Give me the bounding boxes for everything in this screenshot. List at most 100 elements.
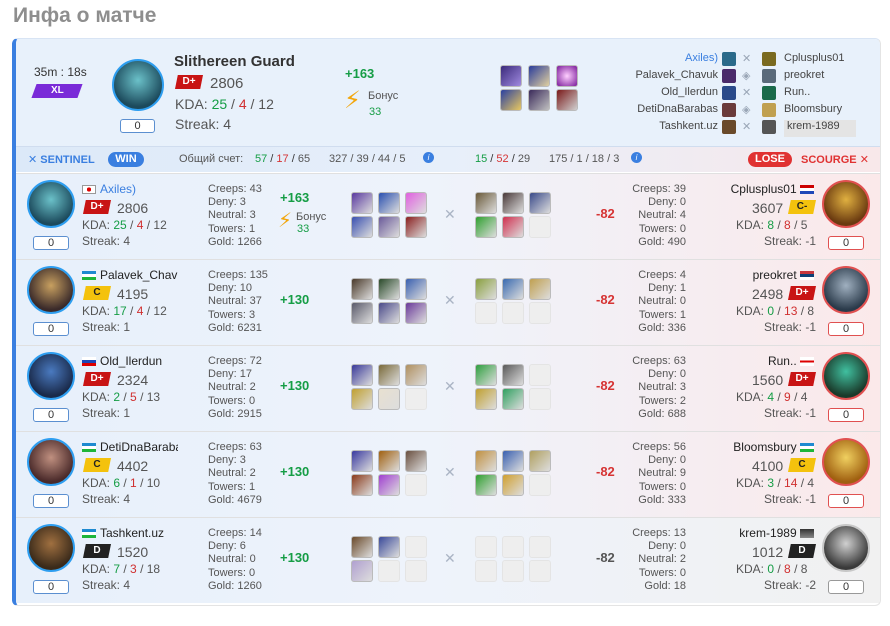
player-name[interactable]: krem-1989	[706, 526, 818, 540]
item-icon[interactable]	[351, 560, 373, 582]
hero-level: 0	[828, 494, 864, 508]
player-name[interactable]: Cplusplus01	[706, 182, 818, 196]
hero-avatar[interactable]	[112, 59, 164, 111]
item-icon[interactable]	[502, 450, 524, 472]
hero-avatar[interactable]	[27, 352, 75, 400]
crossed-swords-icon: ✕	[444, 292, 456, 308]
roster-player[interactable]: preokret	[784, 69, 876, 86]
item-icon[interactable]	[475, 364, 497, 386]
roster-player[interactable]: Tashkent.uz	[616, 120, 718, 137]
hero-avatar[interactable]	[27, 524, 75, 572]
item-icon[interactable]	[528, 89, 550, 111]
item-icon[interactable]	[556, 65, 578, 87]
item-icon[interactable]	[351, 474, 373, 496]
player-row: 0 Palavek_Chavuk C 4195 KDA: 17 / 4 / 12…	[16, 259, 880, 345]
info-icon[interactable]: i	[423, 152, 434, 163]
item-icon[interactable]	[475, 216, 497, 238]
item-slot-empty	[378, 560, 400, 582]
item-icon[interactable]	[378, 302, 400, 324]
roster-player[interactable]: Bloomsbury	[784, 103, 876, 120]
player-rating: 1520	[117, 544, 149, 560]
info-icon[interactable]: i	[631, 152, 642, 163]
player-row: 0 Axiles) D+ 2806 KDA: 25 / 4 / 12 Strea…	[16, 173, 880, 259]
item-icon[interactable]	[351, 536, 373, 558]
rank-badge: D+	[175, 75, 203, 89]
item-icon[interactable]	[405, 192, 427, 214]
player-name[interactable]: Old_Ilerdun	[82, 354, 178, 368]
roster-player[interactable]: Palavek_Chavuk	[616, 69, 718, 86]
player-stats: Creeps: 39 Deny: 0 Neutral: 4 Towers: 0 Gold…	[632, 183, 686, 248]
item-icon[interactable]	[378, 450, 400, 472]
player-name[interactable]: Palavek_Chavuk	[82, 268, 178, 282]
item-icon[interactable]	[351, 388, 373, 410]
roster-player[interactable]: krem-1989	[784, 120, 856, 137]
player-name[interactable]: preokret	[706, 268, 818, 282]
item-icon[interactable]	[378, 388, 400, 410]
item-icon[interactable]	[556, 89, 578, 111]
player-name[interactable]: Run..	[706, 354, 818, 368]
roster-player[interactable]: Old_Ilerdun	[616, 86, 718, 103]
player-name[interactable]: Slithereen Guard	[174, 53, 295, 70]
roster-player[interactable]: DetiDnaBarabas	[616, 103, 718, 120]
item-icon[interactable]	[529, 192, 551, 214]
item-icon[interactable]	[378, 216, 400, 238]
item-icon[interactable]	[475, 388, 497, 410]
item-icon[interactable]	[475, 474, 497, 496]
item-icon[interactable]	[528, 65, 550, 87]
item-icon[interactable]	[502, 388, 524, 410]
item-icon[interactable]	[475, 192, 497, 214]
player-name[interactable]: Axiles)	[82, 182, 178, 196]
item-icon[interactable]	[405, 302, 427, 324]
roster-player[interactable]: Cplusplus01	[784, 52, 876, 69]
player-name[interactable]: DetiDnaBarabas	[82, 440, 178, 454]
item-icon[interactable]	[529, 450, 551, 472]
hero-avatar[interactable]	[822, 524, 870, 572]
item-icon[interactable]	[351, 364, 373, 386]
item-icon[interactable]	[502, 192, 524, 214]
hero-avatar[interactable]	[822, 438, 870, 486]
item-icon[interactable]	[351, 278, 373, 300]
player-name[interactable]: Tashkent.uz	[82, 526, 178, 540]
item-icon[interactable]	[378, 364, 400, 386]
inventory	[475, 278, 554, 324]
player-rating: 1560	[752, 372, 784, 388]
item-icon[interactable]	[475, 450, 497, 472]
roster-player[interactable]: Run..	[784, 86, 876, 103]
player-streak: Streak: 4	[175, 116, 232, 132]
hero-avatar[interactable]	[822, 266, 870, 314]
lightning-icon: ⚡	[344, 87, 361, 114]
player-name[interactable]: Bloomsbury	[706, 440, 818, 454]
item-icon[interactable]	[405, 364, 427, 386]
item-icon[interactable]	[502, 278, 524, 300]
player-rating: 2498	[752, 286, 784, 302]
hero-avatar[interactable]	[27, 266, 75, 314]
player-rating: 1012	[752, 544, 784, 560]
item-icon[interactable]	[351, 192, 373, 214]
item-icon[interactable]	[378, 192, 400, 214]
item-icon[interactable]	[500, 65, 522, 87]
roster-player[interactable]: Axiles)	[616, 52, 718, 69]
item-icon[interactable]	[405, 216, 427, 238]
hero-avatar[interactable]	[822, 180, 870, 228]
item-icon[interactable]	[378, 474, 400, 496]
item-icon[interactable]	[351, 302, 373, 324]
item-icon[interactable]	[502, 364, 524, 386]
player-kda: KDA: 6 / 1 / 10	[82, 476, 161, 490]
item-icon[interactable]	[405, 450, 427, 472]
item-icon[interactable]	[351, 450, 373, 472]
inventory	[351, 192, 430, 238]
player-kda: KDA: 0 / 8 / 8	[736, 562, 808, 576]
item-icon[interactable]	[351, 216, 373, 238]
item-icon[interactable]	[405, 278, 427, 300]
player-streak: Streak: 4	[82, 234, 131, 248]
item-icon[interactable]	[502, 474, 524, 496]
item-icon[interactable]	[500, 89, 522, 111]
hero-avatar[interactable]	[27, 438, 75, 486]
item-icon[interactable]	[529, 278, 551, 300]
hero-avatar[interactable]	[27, 180, 75, 228]
hero-avatar[interactable]	[822, 352, 870, 400]
item-icon[interactable]	[378, 278, 400, 300]
item-icon[interactable]	[378, 536, 400, 558]
item-icon[interactable]	[502, 216, 524, 238]
item-icon[interactable]	[475, 278, 497, 300]
